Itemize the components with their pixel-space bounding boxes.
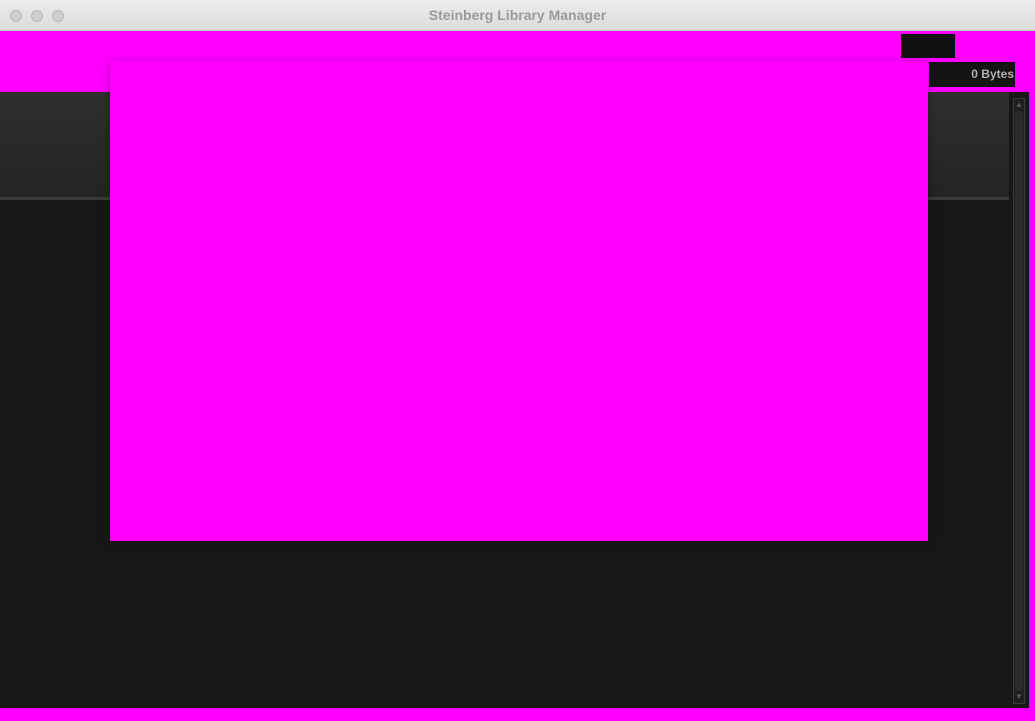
size-display: 0 Bytes: [929, 62, 1015, 87]
app-window: Steinberg Library Manager 0 Bytes ▲ ▼: [0, 0, 1035, 721]
window-title: Steinberg Library Manager: [428, 7, 607, 23]
vertical-scrollbar[interactable]: ▲ ▼: [1013, 98, 1025, 704]
chevron-down-icon[interactable]: ▼: [1015, 692, 1023, 702]
scroll-thumb[interactable]: [1015, 111, 1023, 691]
chevron-up-icon[interactable]: ▲: [1015, 100, 1023, 110]
overlay-dialog: [110, 61, 928, 541]
toolbar-button[interactable]: [901, 34, 955, 58]
title-bar[interactable]: Steinberg Library Manager: [0, 0, 1035, 31]
